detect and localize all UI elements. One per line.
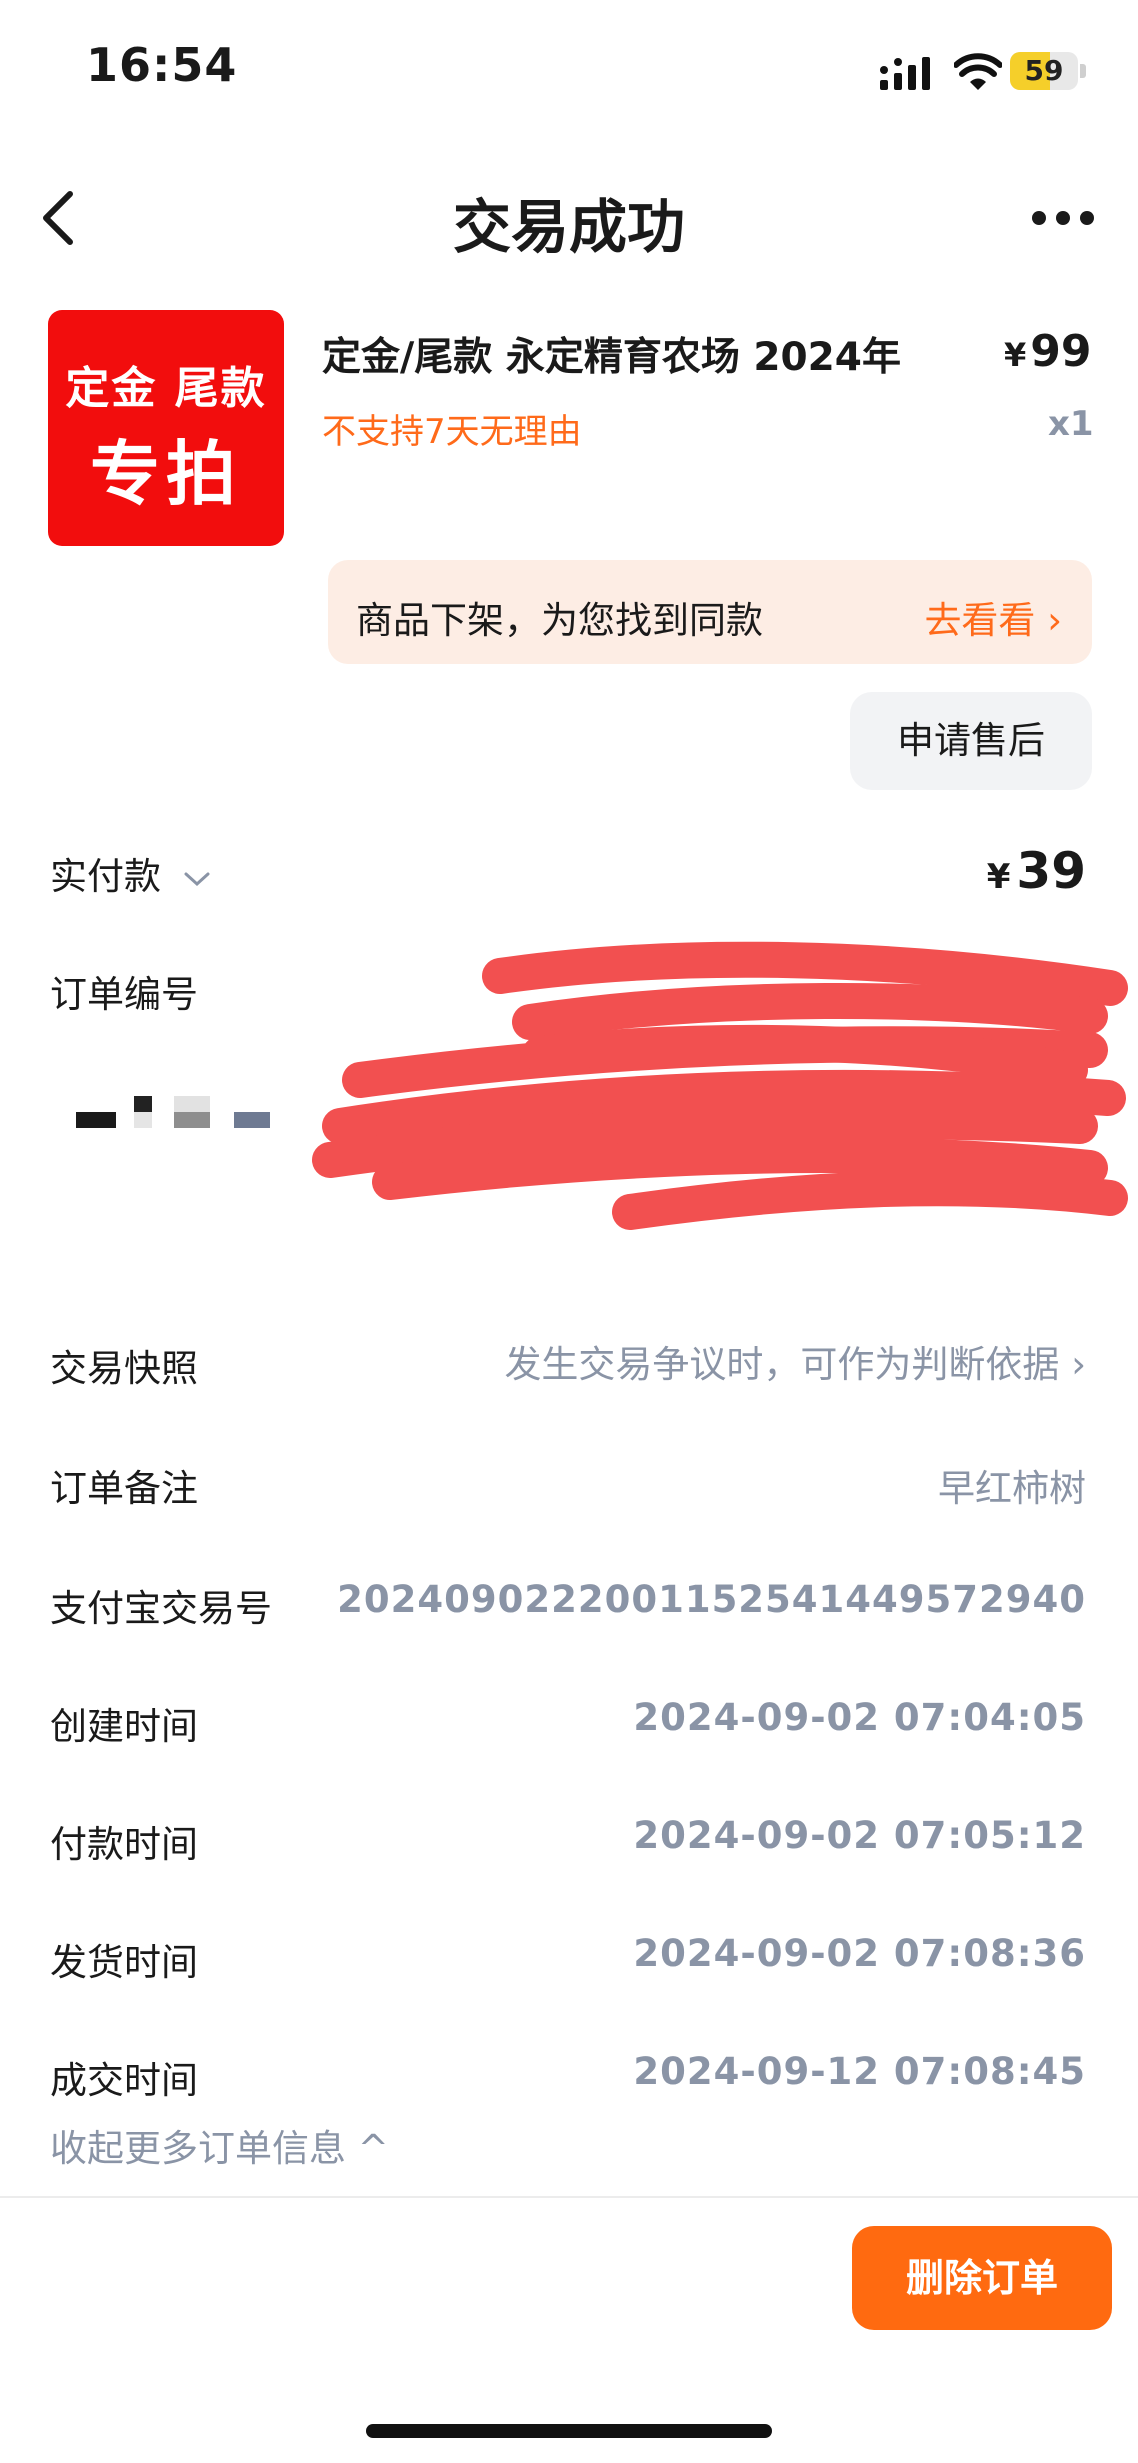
product-thumbnail[interactable]: 定金 尾款 专拍 bbox=[48, 310, 284, 546]
thumbnail-line-1: 定金 尾款 bbox=[65, 363, 267, 414]
shipped-time-label: 发货时间 bbox=[50, 1941, 198, 1984]
currency-symbol: ¥ bbox=[1004, 336, 1027, 374]
paid-amount-row[interactable]: 实付款 bbox=[50, 846, 211, 900]
product-price: ¥99 bbox=[1004, 326, 1092, 377]
similar-product-banner[interactable]: 商品下架，为您找到同款 去看看 › bbox=[328, 560, 1092, 664]
bottom-bar-divider bbox=[0, 2196, 1138, 2198]
product-quantity: x1 bbox=[1048, 404, 1094, 444]
delete-order-button[interactable]: 删除订单 bbox=[852, 2226, 1112, 2330]
battery-level: 59 bbox=[1024, 54, 1064, 87]
status-time: 16:54 bbox=[86, 38, 238, 92]
page-title: 交易成功 bbox=[452, 193, 685, 261]
trade-snapshot-label: 交易快照 bbox=[50, 1347, 198, 1390]
trade-snapshot-link[interactable]: 发生交易争议时，可作为判断依据 › bbox=[504, 1334, 1086, 1388]
chevron-down-icon bbox=[184, 872, 210, 886]
thumbnail-line-2: 专拍 bbox=[90, 433, 242, 515]
home-indicator[interactable] bbox=[366, 2424, 772, 2438]
redaction-scribble bbox=[312, 941, 1128, 1230]
alipay-trade-no-value: 2024090222001152541449572940 bbox=[337, 1578, 1086, 1621]
blurred-order-number bbox=[76, 1096, 270, 1128]
collapse-order-info-link[interactable]: 收起更多订单信息 ^ bbox=[50, 2118, 389, 2172]
shipped-time-value: 2024-09-02 07:08:36 bbox=[633, 1932, 1086, 1975]
order-number-label: 订单编号 bbox=[50, 973, 198, 1016]
order-note-value: 早红柿树 bbox=[938, 1467, 1086, 1510]
similar-banner-text: 商品下架，为您找到同款 bbox=[356, 599, 763, 642]
view-similar-link[interactable]: 去看看 › bbox=[924, 590, 1062, 644]
paid-time-value: 2024-09-02 07:05:12 bbox=[633, 1814, 1086, 1857]
order-note-label: 订单备注 bbox=[50, 1467, 198, 1510]
cell-signal-icon bbox=[880, 57, 930, 90]
paid-time-label: 付款时间 bbox=[50, 1823, 198, 1866]
paid-amount-value: ¥39 bbox=[987, 842, 1086, 900]
created-time-value: 2024-09-02 07:04:05 bbox=[633, 1696, 1086, 1739]
wifi-icon bbox=[954, 53, 1002, 90]
paid-amount-number: 39 bbox=[1016, 842, 1086, 900]
apply-after-sale-button[interactable]: 申请售后 bbox=[850, 692, 1092, 790]
paid-amount-label: 实付款 bbox=[50, 855, 161, 898]
created-time-label: 创建时间 bbox=[50, 1705, 198, 1748]
completed-time-label: 成交时间 bbox=[50, 2059, 198, 2102]
completed-time-value: 2024-09-12 07:08:45 bbox=[633, 2050, 1086, 2093]
currency-symbol: ¥ bbox=[986, 857, 1011, 897]
battery-icon: 59 bbox=[1010, 52, 1086, 90]
return-policy-warning: 不支持7天无理由 bbox=[322, 412, 582, 452]
alipay-trade-no-label: 支付宝交易号 bbox=[50, 1587, 272, 1630]
more-options-icon[interactable] bbox=[1030, 208, 1096, 228]
product-title[interactable]: 定金/尾款 永定精育农场 2024年 bbox=[322, 326, 901, 382]
price-value: 99 bbox=[1030, 326, 1092, 377]
